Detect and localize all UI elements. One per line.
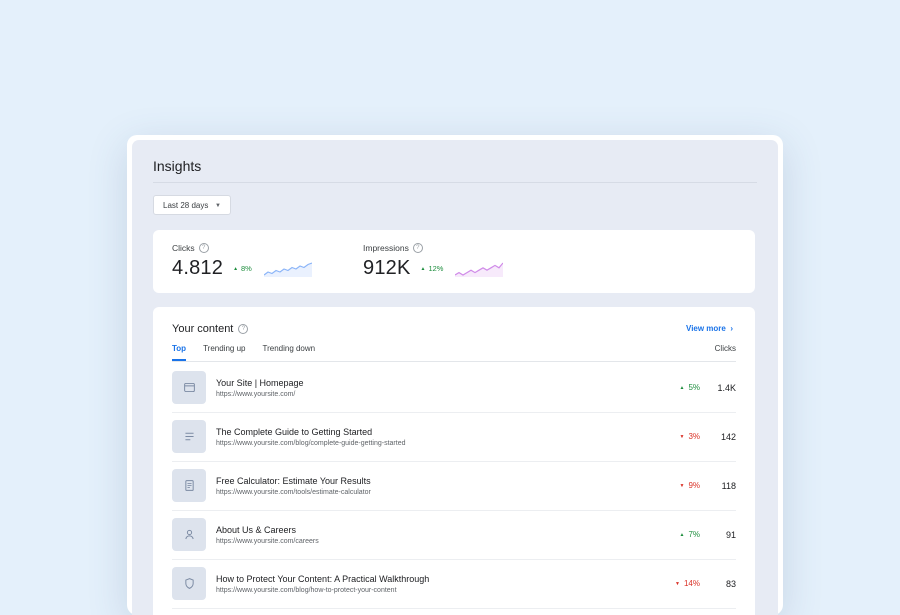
app-window: Insights Last 28 days ▼ Clicks ? 4.812 ▲… <box>127 135 783 615</box>
divider <box>172 361 736 362</box>
row-change: ▼ 9% <box>640 481 700 490</box>
view-more-link[interactable]: View more › <box>686 324 733 333</box>
divider <box>153 182 757 183</box>
trend-up-icon: ▲ <box>679 384 685 391</box>
trend-down-icon: ▼ <box>675 580 680 587</box>
row-change-value: 7% <box>688 530 700 539</box>
stat-change: ▲ 8% <box>233 264 252 273</box>
row-change: ▲ 5% <box>640 383 700 392</box>
page-thumbnail <box>172 567 206 600</box>
content-row[interactable]: About Us & Careers https://www.yoursite.… <box>172 510 736 560</box>
row-url: https://www.yoursite.com/blog/complete-g… <box>216 439 406 447</box>
stat-change-value: 12% <box>428 264 444 273</box>
trend-down-icon: ▼ <box>679 482 685 489</box>
sparkline <box>263 261 312 277</box>
insights-panel: Insights Last 28 days ▼ Clicks ? 4.812 ▲… <box>132 140 778 615</box>
content-header: Your content ? <box>172 323 249 335</box>
row-clicks: 83 <box>725 578 736 589</box>
person-icon <box>184 529 194 540</box>
sparkline <box>455 262 504 277</box>
clicks-column-header: Clicks <box>714 344 736 353</box>
trend-up-icon: ▲ <box>679 531 685 538</box>
page-thumbnail <box>172 518 206 551</box>
stat-change: ▲ 12% <box>421 264 444 273</box>
row-title: How to Protect Your Content: A Practical… <box>216 573 430 584</box>
row-title: About Us & Careers <box>216 524 297 535</box>
content-title: Your content <box>172 323 234 335</box>
stat-label: Impressions <box>363 243 409 253</box>
document-icon <box>184 480 194 491</box>
help-icon[interactable]: ? <box>198 243 209 253</box>
stats-card: Clicks ? 4.812 ▲ 8% Impressions ? 912K ▲… <box>153 230 755 293</box>
tab-top[interactable]: Top <box>172 344 187 361</box>
content-card: Your content ? View more › Top Trending … <box>153 307 755 615</box>
chevron-right-icon: › <box>728 324 733 333</box>
row-change-value: 3% <box>688 432 700 441</box>
row-change: ▼ 3% <box>640 432 700 441</box>
trend-up-icon: ▲ <box>420 265 426 272</box>
row-change: ▲ 7% <box>640 530 700 539</box>
row-url: https://www.yoursite.com/ <box>216 390 296 398</box>
date-range-select[interactable]: Last 28 days ▼ <box>153 195 231 215</box>
trend-down-icon: ▼ <box>679 433 685 440</box>
help-icon[interactable]: ? <box>412 243 423 253</box>
row-change-value: 9% <box>688 481 700 490</box>
content-row[interactable]: How to Protect Your Content: A Practical… <box>172 559 736 609</box>
row-change: ▼ 14% <box>640 579 700 588</box>
help-icon[interactable]: ? <box>238 324 249 334</box>
row-clicks: 91 <box>725 529 736 540</box>
content-row[interactable]: Your Site | Homepage https://www.yoursit… <box>172 363 736 413</box>
row-title: Free Calculator: Estimate Your Results <box>216 475 371 486</box>
browser-icon <box>183 382 195 393</box>
stat-value: 912K <box>363 257 411 279</box>
row-url: https://www.yoursite.com/careers <box>216 537 319 545</box>
row-clicks: 142 <box>720 431 736 442</box>
stat-clicks: Clicks ? 4.812 ▲ 8% <box>172 243 312 280</box>
row-url: https://www.yoursite.com/tools/estimate-… <box>216 488 371 496</box>
stat-value: 4.812 <box>172 257 224 279</box>
stat-impressions: Impressions ? 912K ▲ 12% <box>363 243 504 280</box>
row-clicks: 1.4K <box>717 382 736 393</box>
stat-label: Clicks <box>172 243 195 253</box>
trend-up-icon: ▲ <box>233 265 239 272</box>
tab-trending-down[interactable]: Trending down <box>262 344 315 361</box>
row-title: The Complete Guide to Getting Started <box>216 426 373 437</box>
content-row[interactable]: Free Calculator: Estimate Your Results h… <box>172 461 736 511</box>
page-thumbnail <box>172 469 206 502</box>
view-more-label: View more <box>686 324 726 333</box>
page-thumbnail <box>172 420 206 453</box>
content-row[interactable]: The Complete Guide to Getting Started ht… <box>172 412 736 462</box>
row-title: Your Site | Homepage <box>216 377 304 388</box>
row-url: https://www.yoursite.com/blog/how-to-pro… <box>216 586 397 594</box>
date-range-label: Last 28 days <box>163 201 209 210</box>
row-change-value: 14% <box>683 579 700 588</box>
caret-down-icon: ▼ <box>215 203 221 209</box>
content-tabs: Top Trending up Trending down <box>172 344 315 361</box>
page-thumbnail <box>172 371 206 404</box>
page-title: Insights <box>153 158 202 174</box>
row-change-value: 5% <box>688 383 700 392</box>
text-lines-icon <box>184 432 194 441</box>
shield-icon <box>184 578 194 589</box>
row-clicks: 118 <box>721 480 736 491</box>
tab-trending-up[interactable]: Trending up <box>203 344 245 361</box>
stat-change-value: 8% <box>241 264 252 273</box>
